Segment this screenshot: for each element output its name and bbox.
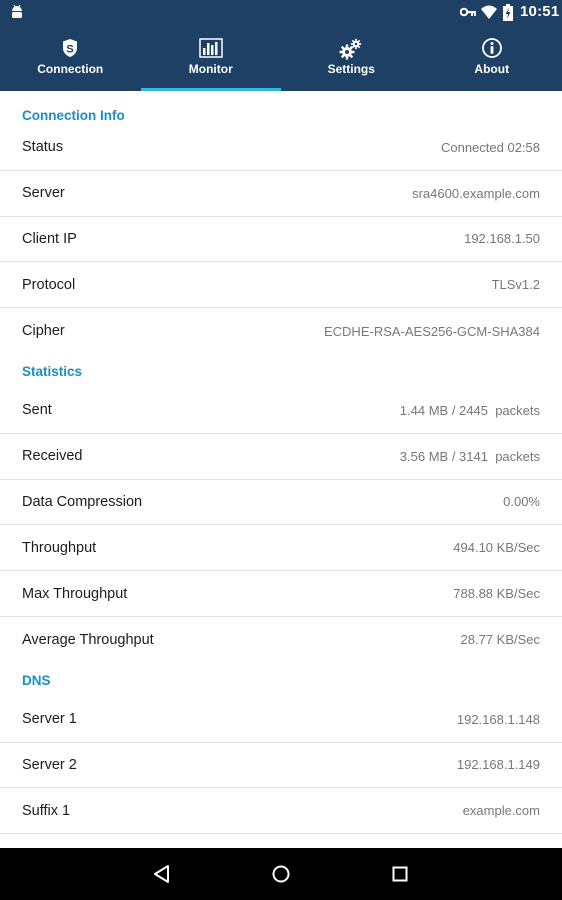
row-value: 3.56 MB / 3141 packets — [399, 448, 540, 464]
row-value: example.com — [462, 803, 540, 819]
list-item: Sent 1.44 MB / 2445 packets — [0, 388, 562, 434]
section-title-statistics: Statistics — [22, 363, 83, 379]
list-item: Received 3.56 MB / 3141 packets — [0, 434, 562, 480]
vpn-key-icon — [460, 7, 476, 17]
section-title-connection-info: Connection Info — [22, 108, 125, 123]
row-label: Server 2 — [22, 756, 77, 773]
row-label: Data Compression — [22, 493, 143, 510]
android-icon — [12, 4, 22, 18]
row-label: Sent — [22, 402, 52, 419]
list-item: Client IP 192.168.1.50 — [0, 217, 562, 263]
section-title-dns: DNS — [22, 672, 51, 688]
row-value: 192.168.1.50 — [464, 231, 540, 247]
recents-icon[interactable] — [388, 862, 412, 886]
row-value: 0.00% — [503, 494, 540, 510]
row-value: sra4600.example.com — [412, 185, 540, 201]
monitor-content[interactable]: Connection Info Status Connected 02:58 S… — [0, 91, 562, 848]
list-item: Max Throughput 788.88 KB/Sec — [0, 571, 562, 617]
row-value: 494.10 KB/Sec — [453, 540, 540, 556]
row-value: 788.88 KB/Sec — [453, 586, 540, 602]
back-icon[interactable] — [150, 862, 174, 886]
row-value: 28.77 KB/Sec — [460, 632, 541, 648]
battery-charging-icon — [503, 4, 513, 21]
wifi-icon — [481, 5, 497, 19]
list-item: Suffix 1 example.com — [0, 788, 562, 835]
tab-label: Settings — [327, 62, 375, 76]
clock: 10:51 — [520, 3, 560, 20]
tab-bar: S Connection Monitor Settings About — [0, 24, 562, 91]
list-item: Average Throughput 28.77 KB/Sec — [0, 617, 562, 663]
list-item: Server 2 192.168.1.149 — [0, 743, 562, 789]
list-item: Data Compression 0.00% — [0, 480, 562, 526]
tab-label: Connection — [37, 62, 104, 76]
list-item: Status Connected 02:58 — [0, 125, 562, 171]
row-value: 192.168.1.148 — [456, 711, 540, 727]
list-item: Throughput 494.10 KB/Sec — [0, 525, 562, 572]
row-label: Cipher — [22, 323, 65, 340]
row-label: Average Throughput — [22, 631, 154, 648]
row-value: Connected 02:58 — [440, 139, 540, 155]
svg-text:S: S — [67, 44, 74, 56]
row-label: Suffix 1 — [22, 802, 71, 819]
system-nav-bar — [0, 848, 562, 900]
row-label: Received — [22, 448, 83, 465]
row-label: Throughput — [22, 539, 97, 556]
home-icon[interactable] — [269, 862, 293, 886]
tab-label: Monitor — [188, 62, 233, 76]
row-value: ECDHE-RSA-AES256-GCM-SHA384 — [323, 323, 540, 339]
tab-connection[interactable]: S Connection — [0, 24, 141, 91]
list-item: Protocol TLSv1.2 — [0, 262, 562, 309]
list-item: Cipher ECDHE-RSA-AES256-GCM-SHA384 — [0, 308, 562, 354]
bar-chart-icon — [199, 38, 223, 58]
tab-label: About — [474, 62, 510, 76]
row-value: 192.168.1.149 — [456, 757, 540, 773]
row-value: 1.44 MB / 2445 packets — [399, 402, 540, 418]
list-item: Server 1 192.168.1.148 — [0, 697, 562, 743]
shield-s-icon: S — [63, 39, 78, 57]
gears-icon — [339, 38, 362, 60]
row-label: Protocol — [22, 276, 76, 293]
row-label: Server 1 — [22, 711, 77, 728]
status-bar: 10:51 — [0, 0, 562, 24]
list-item: Server sra4600.example.com — [0, 171, 562, 217]
row-label: Status — [22, 139, 64, 156]
row-label: Server — [22, 185, 65, 202]
tab-settings[interactable]: Settings — [281, 24, 422, 91]
info-icon — [481, 38, 502, 58]
tab-about[interactable]: About — [422, 24, 562, 91]
tab-monitor[interactable]: Monitor — [140, 24, 282, 91]
row-label: Max Throughput — [22, 585, 128, 602]
row-value: TLSv1.2 — [491, 277, 540, 293]
row-label: Client IP — [22, 230, 77, 247]
